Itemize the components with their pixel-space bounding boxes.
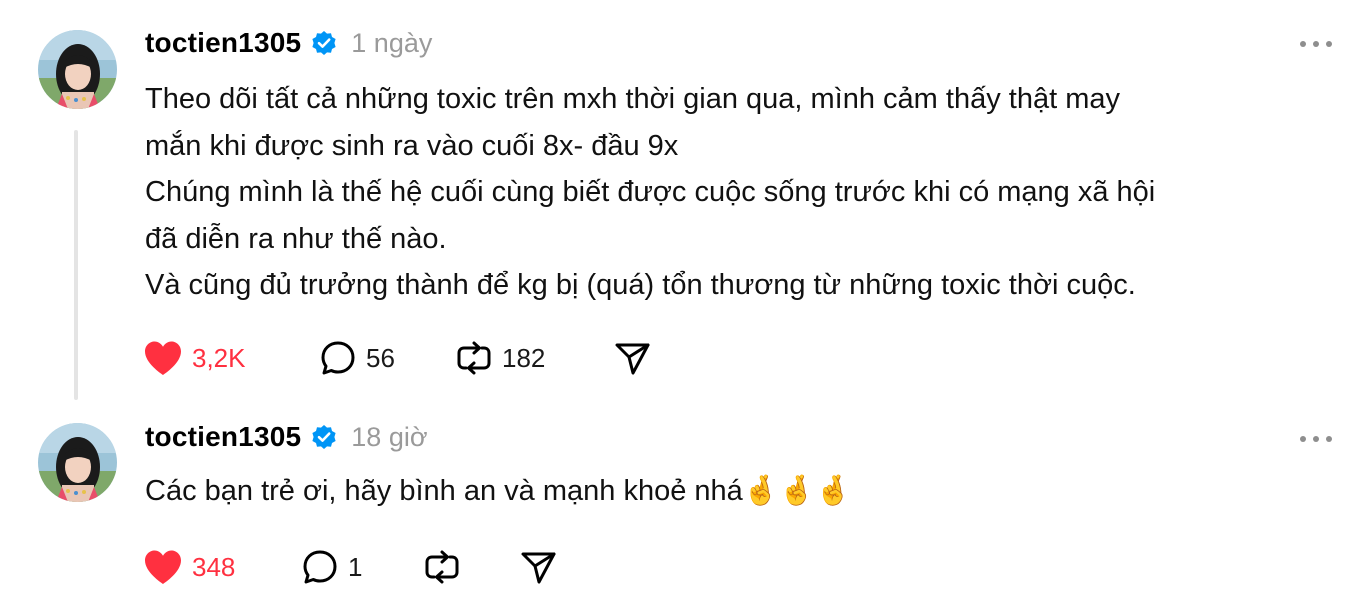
repost-count: 182 — [502, 342, 546, 373]
post-header: toctien1305 18 giờ — [145, 421, 428, 453]
verified-badge-icon — [311, 424, 337, 450]
username[interactable]: toctien1305 — [145, 27, 301, 59]
thread-connector-line — [74, 130, 78, 400]
share-button[interactable] — [612, 338, 652, 378]
post-text: Theo dõi tất cả những toxic trên mxh thờ… — [145, 76, 1332, 309]
heart-filled-icon — [142, 548, 184, 586]
thread-post-1: toctien1305 1 ngày Theo dõi tất cả những… — [0, 0, 1372, 400]
comment-count: 1 — [348, 551, 363, 582]
post-timestamp: 1 ngày — [351, 27, 433, 58]
share-button[interactable] — [518, 547, 558, 587]
repost-icon — [454, 338, 494, 378]
post-timestamp: 18 giờ — [351, 421, 428, 452]
like-button[interactable]: 3,2K — [142, 338, 246, 378]
comment-button[interactable]: 1 — [300, 547, 362, 587]
post-text-line: đã diễn ra như thế nào. — [145, 222, 447, 255]
more-options-icon[interactable] — [1300, 436, 1332, 444]
verified-badge-icon — [311, 30, 337, 56]
repost-icon — [422, 547, 462, 587]
more-options-icon[interactable] — [1300, 41, 1332, 49]
like-count: 3,2K — [192, 342, 246, 373]
post-text-line: Chúng mình là thế hệ cuối cùng biết được… — [145, 176, 1156, 208]
thread-post-2: toctien1305 18 giờ Các bạn trẻ ơi, hãy b… — [0, 400, 1372, 610]
comment-count: 56 — [366, 342, 395, 373]
post-text-line: Các bạn trẻ ơi, hãy bình an và mạnh khoẻ… — [145, 475, 852, 507]
comment-icon — [318, 338, 358, 378]
username[interactable]: toctien1305 — [145, 421, 301, 453]
avatar[interactable] — [38, 30, 117, 109]
comment-icon — [300, 547, 340, 587]
repost-button[interactable] — [422, 547, 470, 587]
like-button[interactable]: 348 — [142, 547, 235, 587]
post-text-line: Và cũng đủ trưởng thành để kg bị (quá) t… — [145, 269, 1136, 301]
avatar[interactable] — [38, 423, 117, 502]
send-icon — [612, 338, 652, 378]
post-header: toctien1305 1 ngày — [145, 27, 433, 59]
post-text-line: mắn khi được sinh ra vào cuối 8x- đầu 9x — [145, 129, 679, 162]
repost-button[interactable]: 182 — [454, 338, 545, 378]
like-count: 348 — [192, 551, 236, 582]
post-text-line: Theo dõi tất cả những toxic trên mxh thờ… — [145, 83, 1120, 115]
post-text: Các bạn trẻ ơi, hãy bình an và mạnh khoẻ… — [145, 468, 1332, 515]
heart-filled-icon — [142, 339, 184, 377]
comment-button[interactable]: 56 — [318, 338, 395, 378]
send-icon — [518, 547, 558, 587]
